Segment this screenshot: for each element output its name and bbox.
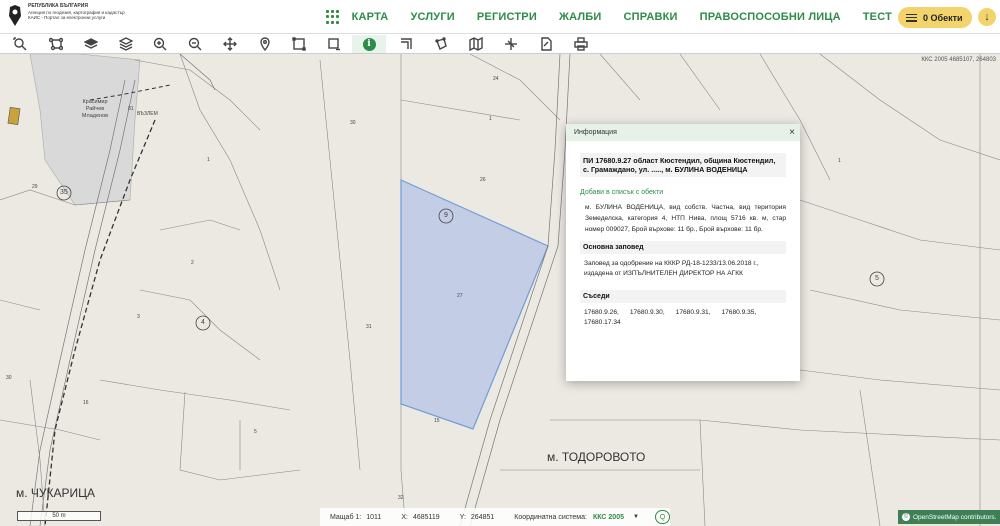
print-icon[interactable] <box>572 35 590 53</box>
parcel-number: 2 <box>191 260 194 266</box>
x-label: X: <box>401 513 408 521</box>
info-popup: Информация × ПИ 17680.9.27 област Кюстен… <box>566 124 800 381</box>
scale-prefix: Мащаб 1: <box>330 513 362 521</box>
nav-licensed-persons[interactable]: ПРАВОСПОСОБНИ ЛИЦА <box>700 11 841 23</box>
nav-registers[interactable]: РЕГИСТРИ <box>477 11 537 23</box>
order-text: Заповед за одобрение на КККР РД-18-1233/… <box>584 260 759 277</box>
osm-attribution[interactable]: © OpenStreetMap contributors. <box>898 510 1000 524</box>
network-icon[interactable] <box>47 35 65 53</box>
circle-label: 9 <box>444 212 448 219</box>
scale-value: 1011 <box>366 513 382 521</box>
layers-stack-icon[interactable] <box>117 35 135 53</box>
zoom-out-icon[interactable] <box>186 35 204 53</box>
scale-bar: 50 m <box>17 511 101 521</box>
location-pin-icon[interactable] <box>256 35 274 53</box>
select-rectangle-icon[interactable] <box>290 35 308 53</box>
nav-references[interactable]: СПРАВКИ <box>624 11 678 23</box>
y-label: Y: <box>459 513 466 521</box>
measure-area-icon[interactable] <box>432 35 450 53</box>
popup-title: Информация <box>574 129 617 136</box>
copyright-icon: © <box>902 513 910 521</box>
select-rectangle-minus-icon[interactable] <box>325 35 343 53</box>
nav-services[interactable]: УСЛУГИ <box>410 11 454 23</box>
nav-map[interactable]: КАРТА <box>352 11 389 23</box>
parcel-number: 3 <box>137 314 140 320</box>
menu-icon <box>906 13 917 22</box>
parcel-number: 32 <box>398 495 404 501</box>
info-icon: i <box>362 37 376 51</box>
locality-label-chukaritsa: м. ЧУКАРИЦА <box>16 486 96 500</box>
logo-line-3: КАИС - Портал за електронни услуги <box>28 15 106 20</box>
objects-count: 0 Обекти <box>923 12 963 23</box>
popup-header: Информация × <box>566 124 800 141</box>
measure-corner-icon[interactable] <box>397 35 415 53</box>
parcel-number: 31 <box>366 324 372 330</box>
document-edit-icon[interactable] <box>537 35 555 53</box>
locality-label-todorovoto: м. ТОДОРОВОТО <box>547 450 646 464</box>
status-bar: Мащаб 1: 1011 X: 4685119 Y: 264851 Коорд… <box>320 508 670 526</box>
crosshair-icon[interactable] <box>502 35 520 53</box>
agency-name: РЕПУБЛИКА БЪЛГАРИЯ Агенция по геодезия, … <box>28 3 158 21</box>
apps-grid-icon[interactable] <box>325 10 340 24</box>
parcel-description: м. БУЛИНА ВОДЕНИЦА, вид собств. Частна, … <box>585 204 786 233</box>
search-icon[interactable]: Q <box>654 510 670 524</box>
neighbors-list[interactable]: 17680.9.26, 17680.9.30, 17680.9.31, 1768… <box>580 303 786 333</box>
main-nav: КАРТА УСЛУГИ РЕГИСТРИ ЖАЛБИ СПРАВКИ ПРАВ… <box>325 0 892 34</box>
nav-complaints[interactable]: ЖАЛБИ <box>559 11 602 23</box>
parcel-number: 26 <box>480 177 486 183</box>
nav-test[interactable]: ТЕСТ <box>863 11 892 23</box>
x-value: 4685119 <box>412 513 440 521</box>
y-value: 264851 <box>470 513 495 521</box>
coat-of-arms-icon <box>9 5 21 26</box>
zoom-to-extent-icon[interactable] <box>11 35 29 53</box>
cadastral-map[interactable]: ККС 2005 4685107, 264803 35 4 9 5 Красим… <box>0 54 1000 526</box>
map-coordinate-readout: ККС 2005 4685107, 264803 <box>921 57 996 63</box>
parcel-number: 27 <box>457 293 463 299</box>
map-footer: 50 m Мащаб 1: 1011 X: 4685119 Y: 264851 … <box>0 508 1000 526</box>
popup-body: ПИ 17680.9.27 област Кюстендил, община К… <box>566 141 800 333</box>
parcel-number: 30 <box>6 375 12 381</box>
neighbors-heading: Съседи <box>580 290 786 303</box>
parcel-number: 24 <box>493 76 499 82</box>
close-icon[interactable]: × <box>789 127 795 138</box>
map-icon[interactable] <box>467 35 485 53</box>
osm-text: OpenStreetMap contributors. <box>913 513 997 521</box>
parcel-number: 15 <box>434 418 440 424</box>
owner-label: Красимир Райчев Младенов <box>81 99 109 119</box>
order-heading: Основна заповед <box>580 241 786 254</box>
agency-logo[interactable]: РЕПУБЛИКА БЪЛГАРИЯ Агенция по геодезия, … <box>6 3 158 28</box>
parcel-number: 29 <box>32 184 38 190</box>
parcel-number: 16 <box>83 400 89 406</box>
chevron-down-icon[interactable]: ▼ <box>633 514 639 520</box>
map-canvas[interactable] <box>0 54 1000 526</box>
parcel-number: 1 <box>207 157 210 163</box>
circle-label: 35 <box>60 189 68 196</box>
header: РЕПУБЛИКА БЪЛГАРИЯ Агенция по геодезия, … <box>0 0 1000 34</box>
circle-label: 5 <box>875 275 879 282</box>
parcel-number: 5 <box>254 429 257 435</box>
add-to-objects-link[interactable]: Добави в списък с обекти <box>580 189 786 196</box>
parcel-number: 30 <box>350 120 356 126</box>
parcel-number: 1 <box>838 158 841 164</box>
road-label: ВЪЗЛЕМ <box>137 111 158 117</box>
parcel-number: 1 <box>489 116 492 122</box>
objects-basket-button[interactable]: 0 Обекти <box>898 7 972 28</box>
crs-select[interactable]: ККС 2005 <box>593 514 624 521</box>
map-toolbar: i <box>0 34 1000 54</box>
crs-label: Координатна система: <box>514 513 587 521</box>
circle-label: 4 <box>201 319 205 326</box>
pan-icon[interactable] <box>221 35 239 53</box>
info-tool-button[interactable]: i <box>352 35 386 53</box>
download-icon[interactable]: ↓ <box>978 8 996 26</box>
parcel-title: ПИ 17680.9.27 област Кюстендил, община К… <box>580 153 786 177</box>
zoom-in-icon[interactable] <box>151 35 169 53</box>
layers-icon[interactable] <box>82 35 100 53</box>
parcel-number: 81 <box>128 106 134 112</box>
